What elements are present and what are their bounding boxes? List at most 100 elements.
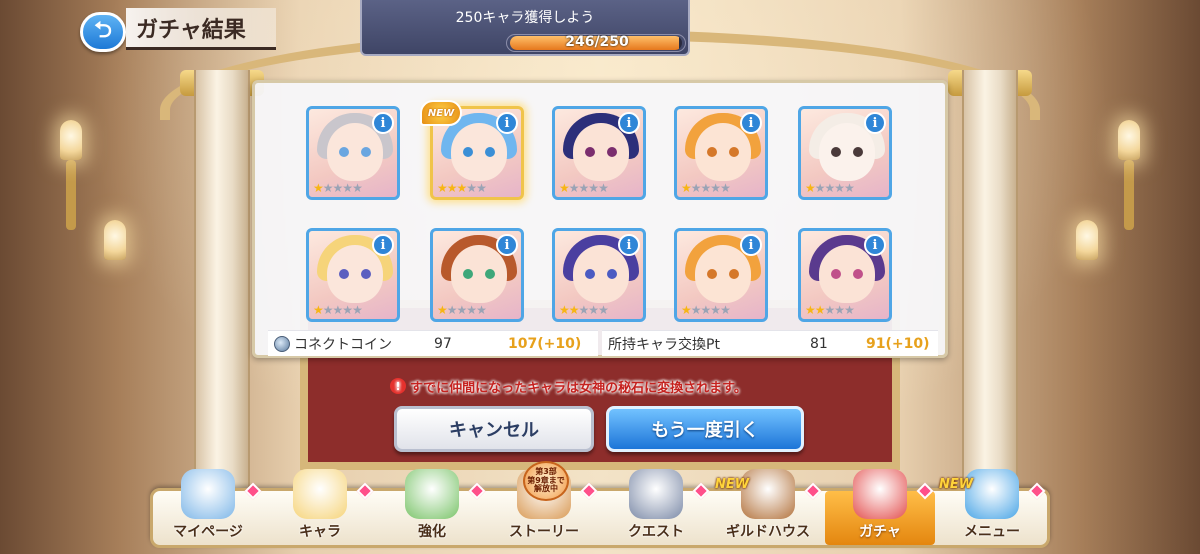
info-icon[interactable]: i xyxy=(740,112,762,134)
page-title: ガチャ結果 xyxy=(126,8,276,50)
character-eye xyxy=(485,147,495,157)
star-icon: ★ xyxy=(700,303,712,317)
bottom-nav: マイページ キャラ 強化 第3部 第9章まで 解放中 ストーリー クエスト NEW ギルドハウスガ… xyxy=(150,461,1050,548)
character-portrait xyxy=(327,245,383,303)
info-icon[interactable]: i xyxy=(864,112,886,134)
rarity-stars: ★★★★★ xyxy=(559,181,609,195)
nav-label: ストーリー xyxy=(509,524,579,540)
character-eye xyxy=(361,147,371,157)
nav-item[interactable]: 第3部 第9章まで 解放中 ストーリー xyxy=(489,461,599,545)
left-pillar xyxy=(194,70,250,490)
connect-coin-new: 107(+10) xyxy=(508,335,582,352)
star-icon: ★ xyxy=(352,181,363,195)
rarity-stars: ★★★★★ xyxy=(805,303,855,317)
nav-item[interactable]: マイページ xyxy=(153,469,263,545)
nav-label: ガチャ xyxy=(859,524,901,540)
nav-item[interactable]: 強化 xyxy=(377,469,487,545)
nav-item[interactable]: ガチャ xyxy=(825,469,935,545)
star-icon: ★ xyxy=(588,181,599,195)
star-icon: ★ xyxy=(824,303,836,317)
info-icon[interactable]: i xyxy=(496,112,518,134)
character-card[interactable]: i ★★★★★ xyxy=(306,106,400,200)
mission-banner[interactable]: 250キャラ獲得しよう 246/250 xyxy=(360,0,690,56)
character-eye xyxy=(607,147,617,157)
star-icon: ★ xyxy=(568,303,580,317)
star-icon: ★ xyxy=(559,303,570,317)
character-card[interactable]: i ★★★★★ xyxy=(306,228,400,322)
draw-again-button[interactable]: もう一度引く xyxy=(606,406,804,452)
mission-progress-text: 246/250 xyxy=(565,34,629,50)
star-icon: ★ xyxy=(720,303,731,317)
character-card[interactable]: i ★★★★★ xyxy=(552,228,646,322)
character-card[interactable]: i ★★★★★ xyxy=(674,106,768,200)
conversion-notice: ! すでに仲間になったキャラは女神の秘石に変換されます。 xyxy=(390,375,830,397)
star-icon: ★ xyxy=(476,303,487,317)
character-portrait xyxy=(327,123,383,181)
connect-coin-label: コネクトコイン xyxy=(294,336,392,353)
star-icon: ★ xyxy=(690,181,702,195)
star-icon: ★ xyxy=(313,181,324,195)
info-icon[interactable]: i xyxy=(496,234,518,256)
star-icon: ★ xyxy=(844,303,855,317)
nav-item[interactable]: キャラ xyxy=(265,469,375,545)
nav-new-badge: NEW xyxy=(715,477,750,492)
nav-item[interactable]: NEW ギルドハウス xyxy=(713,469,823,545)
info-icon[interactable]: i xyxy=(372,112,394,134)
star-icon: ★ xyxy=(700,181,712,195)
connect-coin-icon xyxy=(274,335,290,352)
star-icon: ★ xyxy=(578,303,590,317)
nav-icon xyxy=(181,469,235,519)
character-portrait xyxy=(819,123,875,181)
star-icon: ★ xyxy=(681,181,692,195)
character-portrait xyxy=(573,123,629,181)
warning-icon: ! xyxy=(390,378,406,394)
connect-coin-old: 97 xyxy=(434,335,452,352)
nav-label: マイページ xyxy=(173,524,243,540)
character-eye xyxy=(853,147,863,157)
star-icon: ★ xyxy=(598,303,609,317)
character-eye xyxy=(729,147,739,157)
star-icon: ★ xyxy=(559,181,570,195)
character-portrait xyxy=(695,123,751,181)
info-icon[interactable]: i xyxy=(740,234,762,256)
character-portrait xyxy=(573,245,629,303)
star-icon: ★ xyxy=(710,181,721,195)
star-icon: ★ xyxy=(456,303,468,317)
star-icon: ★ xyxy=(446,181,458,195)
star-icon: ★ xyxy=(446,303,458,317)
exchange-pt-label: 所持キャラ交換Pt xyxy=(608,336,720,353)
star-icon: ★ xyxy=(568,181,580,195)
star-icon: ★ xyxy=(681,303,692,317)
info-icon[interactable]: i xyxy=(864,234,886,256)
star-icon: ★ xyxy=(690,303,702,317)
character-eye xyxy=(831,269,841,279)
back-arrow-icon: ⮌ xyxy=(94,18,112,43)
character-card[interactable]: i ★★★★★ xyxy=(674,228,768,322)
star-icon: ★ xyxy=(456,181,468,195)
character-card[interactable]: i ★★★★★ xyxy=(798,106,892,200)
character-card[interactable]: i ★★★★★ xyxy=(798,228,892,322)
star-icon: ★ xyxy=(578,181,590,195)
exchange-pt-new: 91(+10) xyxy=(866,335,930,352)
wall-lamp-arm xyxy=(66,160,76,230)
cancel-button[interactable]: キャンセル xyxy=(394,406,594,452)
info-icon[interactable]: i xyxy=(372,234,394,256)
new-badge: NEW xyxy=(420,100,462,126)
nav-item[interactable]: NEW メニュー xyxy=(937,469,1047,545)
star-icon: ★ xyxy=(313,303,324,317)
character-card[interactable]: i ★★★★★ xyxy=(552,106,646,200)
notice-text: すでに仲間になったキャラは女神の秘石に変換されます。 xyxy=(410,380,747,396)
info-icon[interactable]: i xyxy=(618,234,640,256)
nav-item[interactable]: クエスト xyxy=(601,469,711,545)
info-icon[interactable]: i xyxy=(618,112,640,134)
star-icon: ★ xyxy=(805,181,816,195)
star-icon: ★ xyxy=(805,303,816,317)
character-eye xyxy=(585,269,595,279)
story-badge-text: 解放中 xyxy=(534,484,558,494)
wall-lamp-icon xyxy=(60,120,82,160)
character-portrait xyxy=(451,245,507,303)
character-eye xyxy=(339,269,349,279)
star-icon: ★ xyxy=(342,303,353,317)
back-button[interactable]: ⮌ xyxy=(80,12,126,52)
character-card[interactable]: i ★★★★★ xyxy=(430,228,524,322)
